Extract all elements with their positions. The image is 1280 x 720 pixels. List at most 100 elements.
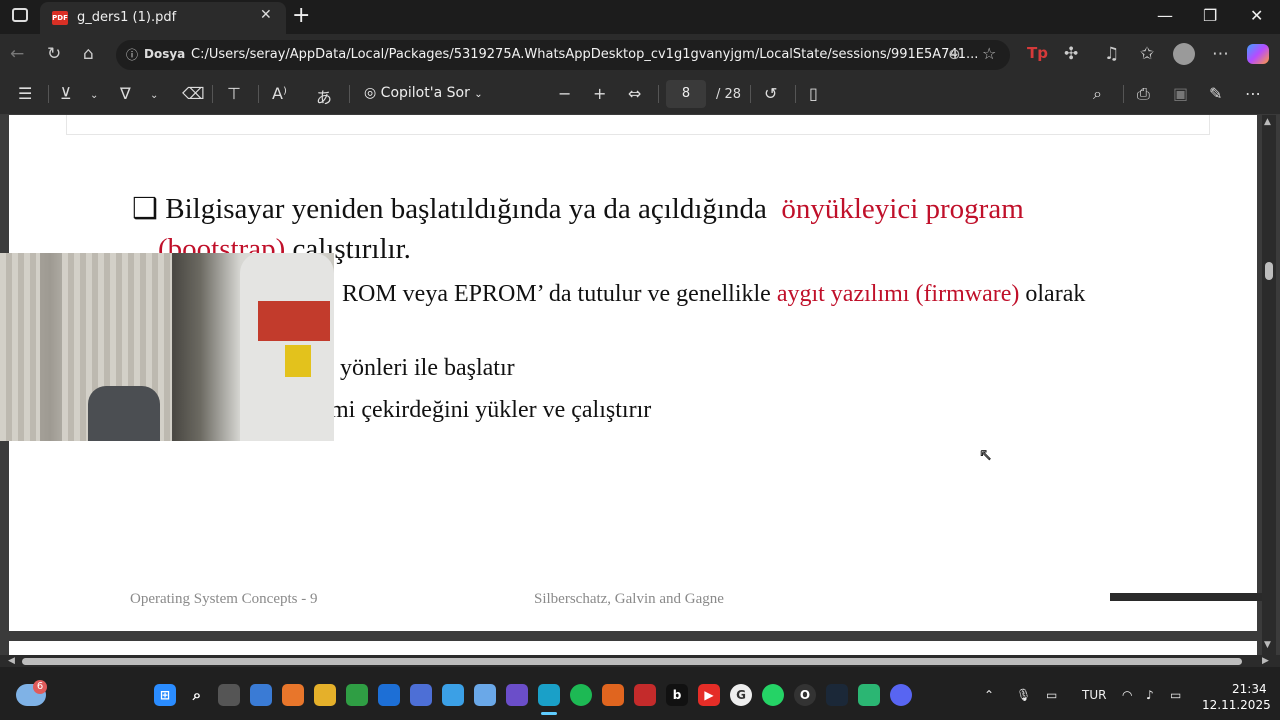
active-app-indicator xyxy=(541,712,557,715)
checkbox-bullet-icon: ❑ xyxy=(132,193,158,225)
favorites-icon[interactable]: ✩ xyxy=(1140,44,1154,64)
copilot-ask-button[interactable]: ◎ Copilot'a Sor ⌄ xyxy=(364,85,483,101)
extensions-icon[interactable]: ✣ xyxy=(1064,44,1078,64)
sub-line-3: ROM veya EPROM’ da tutulur ve genellikle… xyxy=(342,281,1085,308)
contents-icon[interactable]: ☰ xyxy=(18,84,32,103)
weather-badge: 6 xyxy=(33,680,47,694)
toolbar-divider xyxy=(658,85,659,103)
scroll-right-icon[interactable]: ▶ xyxy=(1262,656,1269,666)
zoom-out-icon[interactable]: − xyxy=(558,84,571,103)
hoodie-print-image xyxy=(258,301,330,341)
start-icon[interactable]: ⊞ xyxy=(154,684,176,706)
line3-tail: olarak xyxy=(1019,281,1086,307)
copilot-label: Copilot'a Sor xyxy=(380,85,470,101)
text-box-icon[interactable]: ⊤ xyxy=(227,84,241,103)
zoom-in-icon[interactable]: + xyxy=(593,84,606,103)
firefox-icon[interactable] xyxy=(282,684,304,706)
minimize-button[interactable]: — xyxy=(1157,6,1173,25)
excel-icon[interactable] xyxy=(346,684,368,706)
vertical-scroll-thumb[interactable] xyxy=(1265,262,1273,280)
highlight-icon[interactable]: ⊻ xyxy=(60,84,72,103)
app-icon[interactable] xyxy=(634,684,656,706)
info-icon[interactable]: ⓘ xyxy=(126,46,138,63)
close-window-button[interactable]: ✕ xyxy=(1250,6,1263,25)
opera-icon[interactable]: O xyxy=(794,684,816,706)
whatsapp-icon[interactable] xyxy=(762,684,784,706)
discord-icon[interactable] xyxy=(890,684,912,706)
extension-tp-icon[interactable]: Tp xyxy=(1027,44,1048,62)
tab-title: g_ders1 (1).pdf xyxy=(77,10,177,25)
print-icon[interactable]: ⎙ xyxy=(1137,84,1150,104)
search-taskbar-icon[interactable]: ⌕ xyxy=(186,684,208,706)
clock-time[interactable]: 21:34 xyxy=(1232,682,1267,696)
fit-width-icon[interactable]: ⇔ xyxy=(628,84,641,103)
scroll-left-icon[interactable]: ◀ xyxy=(8,656,15,666)
scroll-up-icon[interactable]: ▲ xyxy=(1264,117,1271,127)
horizontal-scroll-thumb[interactable] xyxy=(22,658,1242,665)
steam-icon[interactable] xyxy=(826,684,848,706)
keyboard-layout-icon[interactable]: ▭ xyxy=(1046,688,1057,702)
chevron-down-icon[interactable]: ⌄ xyxy=(150,90,158,101)
tray-chevron-up-icon[interactable]: ⌃ xyxy=(984,688,994,702)
sidebar-toggle-icon[interactable] xyxy=(12,8,28,22)
visual-studio-icon[interactable] xyxy=(506,684,528,706)
media-icon[interactable]: ♫ xyxy=(1104,44,1119,64)
restore-button[interactable]: ❐ xyxy=(1203,6,1217,25)
more-options-icon[interactable]: ⋯ xyxy=(1245,84,1261,103)
profile-avatar[interactable] xyxy=(1173,43,1195,65)
sub-line-4: yönleri ile başlatır xyxy=(340,355,515,381)
new-tab-button[interactable]: + xyxy=(292,3,310,28)
close-tab-icon[interactable]: ✕ xyxy=(260,7,272,23)
save-as-icon[interactable]: ✎ xyxy=(1209,84,1222,103)
next-pdf-page xyxy=(9,641,1257,655)
outlook-icon[interactable] xyxy=(378,684,400,706)
page-view-icon[interactable]: ▯ xyxy=(809,84,818,103)
bing-icon[interactable]: b xyxy=(666,684,688,706)
battery-icon[interactable]: ▭ xyxy=(1170,688,1181,702)
search-icon[interactable]: ⌕ xyxy=(1093,84,1102,104)
tab-pdf[interactable]: PDF g_ders1 (1).pdf ✕ xyxy=(40,2,286,34)
notepad-icon[interactable] xyxy=(442,684,464,706)
chair-image xyxy=(88,386,160,441)
more-menu-icon[interactable]: ⋯ xyxy=(1212,44,1229,64)
edge-icon[interactable] xyxy=(538,684,560,706)
copilot-icon[interactable] xyxy=(1247,44,1269,64)
chevron-down-icon[interactable]: ⌄ xyxy=(90,90,98,101)
store-icon[interactable] xyxy=(410,684,432,706)
save-icon[interactable]: ▣ xyxy=(1173,84,1188,103)
volume-icon[interactable]: ♪ xyxy=(1146,688,1154,702)
favorite-star-icon[interactable]: ☆ xyxy=(982,44,996,63)
language-indicator[interactable]: TUR xyxy=(1082,688,1106,702)
zoom-icon[interactable]: ⊖ xyxy=(948,45,961,63)
translate-icon[interactable]: あ xyxy=(316,84,332,108)
game-icon[interactable] xyxy=(858,684,880,706)
spotify-icon[interactable] xyxy=(570,684,592,706)
draw-icon[interactable]: ∇ xyxy=(120,84,131,103)
rotate-icon[interactable]: ↺ xyxy=(764,84,777,103)
toolbar-divider xyxy=(48,85,49,103)
eraser-icon[interactable]: ⌫ xyxy=(182,84,205,103)
office-icon[interactable] xyxy=(602,684,624,706)
page-number-input[interactable]: 8 xyxy=(666,80,706,108)
scroll-down-icon[interactable]: ▼ xyxy=(1264,640,1271,650)
address-label: Dosya xyxy=(144,47,186,61)
clock-date[interactable]: 12.11.2025 xyxy=(1202,698,1271,712)
onedrive-icon[interactable] xyxy=(474,684,496,706)
floating-mini-bar[interactable] xyxy=(1110,593,1270,601)
google-icon[interactable]: G xyxy=(730,684,752,706)
microphone-icon[interactable]: 🎙 xyxy=(1016,688,1031,702)
task-view-icon[interactable] xyxy=(218,684,240,706)
vertical-scrollbar[interactable] xyxy=(1262,115,1276,655)
file-explorer-icon[interactable] xyxy=(314,684,336,706)
home-icon[interactable]: ⌂ xyxy=(83,44,94,64)
read-aloud-icon[interactable]: A⁾ xyxy=(272,84,287,103)
address-bar[interactable]: ⓘ Dosya C:/Users/seray/AppData/Local/Pac… xyxy=(116,40,1010,70)
youtube-icon[interactable]: ▶ xyxy=(698,684,720,706)
firmware-highlight: aygıt yazılımı (firmware) xyxy=(776,281,1020,307)
copilot-app-icon[interactable] xyxy=(250,684,272,706)
back-icon[interactable]: ← xyxy=(10,44,24,64)
wifi-icon[interactable]: ◠ xyxy=(1122,688,1132,702)
refresh-icon[interactable]: ↻ xyxy=(47,44,61,64)
url-text[interactable]: C:/Users/seray/AppData/Local/Packages/53… xyxy=(191,47,978,62)
toolbar-divider xyxy=(795,85,796,103)
